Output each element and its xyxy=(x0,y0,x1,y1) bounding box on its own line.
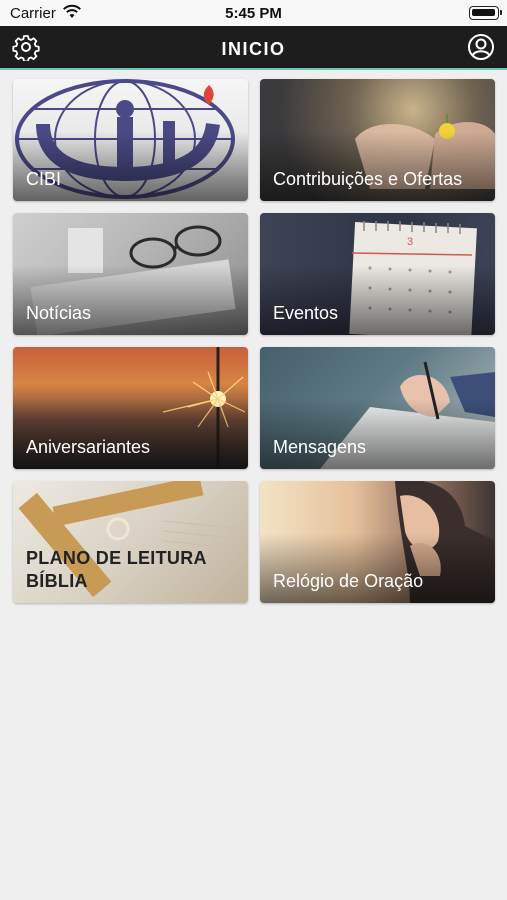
tile-eventos[interactable]: 3 Eventos xyxy=(260,213,495,335)
profile-icon[interactable] xyxy=(467,33,495,61)
tile-aniversariantes[interactable]: Aniversariantes xyxy=(13,347,248,469)
tile-label: Contribuições e Ofertas xyxy=(273,169,463,189)
tile-contribuicoes[interactable]: Contribuições e Ofertas xyxy=(260,79,495,201)
tile-label: PLANO DE LEITURA BÍBLIA xyxy=(26,548,207,591)
tile-label: CIBI xyxy=(26,169,62,189)
tile-cibi[interactable]: CIBI xyxy=(13,79,248,201)
tile-label: Mensagens xyxy=(273,437,367,457)
battery-icon xyxy=(469,6,502,20)
tile-mensagens[interactable]: Mensagens xyxy=(260,347,495,469)
tile-label: Eventos xyxy=(273,303,339,323)
tile-label: Aniversariantes xyxy=(26,437,151,457)
tile-plano-leitura[interactable]: PLANO DE LEITURA BÍBLIA xyxy=(13,481,248,603)
page-title: INICIO xyxy=(221,39,286,59)
calendar-day: 3 xyxy=(407,236,413,248)
tile-noticias[interactable]: Notícias xyxy=(13,213,248,335)
app-bar: INICIO xyxy=(0,26,507,70)
tile-label: Relógio de Oração xyxy=(273,571,424,591)
clock: 5:45 PM xyxy=(225,5,282,22)
status-bar: Carrier 5:45 PM xyxy=(0,0,507,26)
tile-relogio-oracao[interactable]: Relógio de Oração xyxy=(260,481,495,603)
tile-label: Notícias xyxy=(26,303,92,323)
